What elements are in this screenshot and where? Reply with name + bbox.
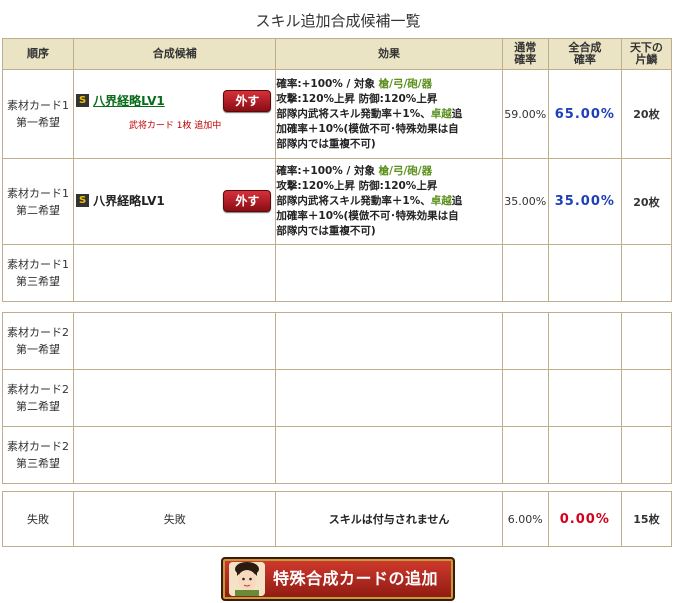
row-candidate: S 八界経略LV1 外す (73, 158, 277, 245)
candidate-table-card1: 順序 合成候補 効果 通常 確率 全合成 確率 天下の 片鱗 素材カード1 第一希望 S… (1, 38, 673, 302)
skill-name-link[interactable]: 八界経略LV1 (93, 92, 165, 109)
add-special-card-label: 特殊合成カードの追加 (273, 569, 439, 588)
header-order: 順序 (1, 38, 75, 70)
table-row: 素材カード2 第三希望 (1, 426, 673, 484)
row-total-rate: 65.00% (547, 69, 622, 159)
fail-tenka: 15枚 (620, 491, 673, 547)
row-tenka (620, 369, 673, 427)
add-special-card-button[interactable]: 特殊合成カードの追加 (221, 557, 455, 601)
row-normal-rate (501, 312, 549, 370)
header-candidate: 合成候補 (73, 38, 277, 70)
row-normal-rate (501, 426, 549, 484)
skill-rank-s-icon: S (76, 94, 90, 107)
fail-candidate: 失敗 (73, 491, 277, 547)
skill-name: 八界経略LV1 (93, 194, 165, 208)
row-total-rate (547, 244, 622, 302)
row-total-rate: 35.00% (547, 158, 622, 245)
row-effect: 確率:+100% / 対象 槍/弓/砲/器 攻撃:120%上昇 防御:120%上… (275, 158, 503, 245)
header-normal-rate: 通常 確率 (501, 38, 549, 70)
fail-normal-rate: 6.00% (501, 491, 549, 547)
row-candidate: S 八界経略LV1 外す 武将カード 1枚 追加中 (73, 69, 277, 159)
page-title: スキル追加合成候補一覧 (255, 12, 421, 30)
table-row: 素材カード1 第二希望 S 八界経略LV1 外す 確率:+100% / 対象 槍/… (1, 158, 673, 245)
row-order: 素材カード1 第三希望 (1, 244, 75, 302)
row-order: 素材カード2 第二希望 (1, 369, 75, 427)
header-tenka: 天下の 片鱗 (620, 38, 673, 70)
row-normal-rate: 59.00% (501, 69, 549, 159)
header-effect: 効果 (275, 38, 503, 70)
fail-row: 失敗 失敗 スキルは付与されません 6.00% 0.00% 15枚 (1, 491, 673, 547)
in-use-note: 武将カード 1枚 追加中 (128, 121, 222, 131)
row-order: 素材カード2 第一希望 (1, 312, 75, 370)
skill-rank-s-icon: S (76, 194, 90, 207)
remove-button[interactable]: 外す (223, 190, 272, 212)
row-effect: 確率:+100% / 対象 槍/弓/砲/器 攻撃:120%上昇 防御:120%上… (275, 69, 503, 159)
row-total-rate (547, 369, 622, 427)
candidate-table-card2: 素材カード2 第一希望 素材カード2 第二希望 素材カード2 第三希望 (1, 312, 673, 484)
row-normal-rate (501, 369, 549, 427)
table-header-row: 順序 合成候補 効果 通常 確率 全合成 確率 天下の 片鱗 (1, 38, 673, 70)
character-portrait-icon (229, 562, 265, 596)
row-candidate (73, 369, 277, 427)
table-row: 素材カード2 第二希望 (1, 369, 673, 427)
row-effect (275, 244, 503, 302)
row-candidate (73, 312, 277, 370)
row-order: 素材カード2 第三希望 (1, 426, 75, 484)
table-row: 素材カード1 第三希望 (1, 244, 673, 302)
row-total-rate (547, 312, 622, 370)
row-tenka (620, 244, 673, 302)
row-order: 素材カード1 第一希望 (1, 69, 75, 159)
header-total-rate: 全合成 確率 (547, 38, 622, 70)
row-tenka: 20枚 (620, 158, 673, 245)
row-effect (275, 426, 503, 484)
fail-table: 失敗 失敗 スキルは付与されません 6.00% 0.00% 15枚 (1, 491, 673, 547)
row-tenka (620, 426, 673, 484)
row-candidate (73, 244, 277, 302)
row-order: 素材カード1 第二希望 (1, 158, 75, 245)
row-effect (275, 369, 503, 427)
fail-order: 失敗 (1, 491, 75, 547)
fail-total-rate: 0.00% (547, 491, 622, 547)
fail-effect: スキルは付与されません (275, 491, 503, 547)
remove-button[interactable]: 外す (223, 90, 272, 112)
row-tenka (620, 312, 673, 370)
row-normal-rate (501, 244, 549, 302)
table-row: 素材カード2 第一希望 (1, 312, 673, 370)
row-total-rate (547, 426, 622, 484)
row-effect (275, 312, 503, 370)
table-row: 素材カード1 第一希望 S 八界経略LV1 外す 武将カード 1枚 追加中 確率:… (1, 69, 673, 159)
row-tenka: 20枚 (620, 69, 673, 159)
row-normal-rate: 35.00% (501, 158, 549, 245)
row-candidate (73, 426, 277, 484)
